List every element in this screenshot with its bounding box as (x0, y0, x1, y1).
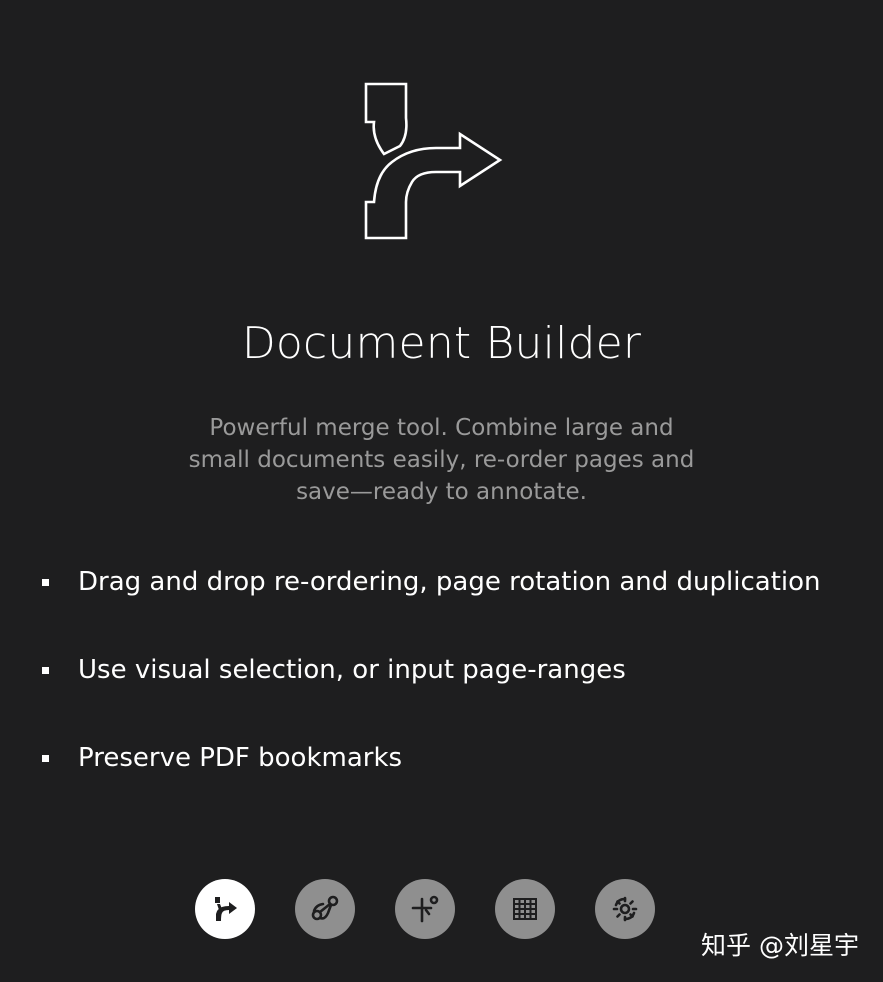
list-item: Preserve PDF bookmarks (0, 736, 883, 780)
pager-button-rotate[interactable] (595, 879, 655, 939)
watermark: 知乎 @刘星宇 (701, 931, 859, 960)
bullet-icon (42, 579, 49, 586)
pager-button-split[interactable] (295, 879, 355, 939)
bullet-icon (42, 667, 49, 674)
rotate-gear-icon (612, 896, 638, 922)
merge-arrow-icon (364, 82, 503, 240)
merge-arrow-icon (215, 897, 237, 921)
page-indicator (195, 879, 655, 939)
pager-button-merge[interactable] (195, 879, 255, 939)
scissors-icon (311, 895, 339, 921)
grid-icon (513, 898, 537, 920)
page-title: Document Builder (241, 318, 642, 369)
bullet-icon (42, 755, 49, 762)
feature-text: Preserve PDF bookmarks (78, 743, 403, 773)
pager-button-grid[interactable] (495, 879, 555, 939)
feature-list: Drag and drop re-ordering, page rotation… (0, 560, 883, 824)
feature-text: Use visual selection, or input page-rang… (78, 655, 626, 685)
feature-text: Drag and drop re-ordering, page rotation… (78, 567, 821, 597)
list-item: Use visual selection, or input page-rang… (0, 648, 883, 692)
feature-description: Powerful merge tool. Combine large and s… (188, 415, 695, 505)
pager-button-crop[interactable] (395, 879, 455, 939)
list-item: Drag and drop re-ordering, page rotation… (0, 560, 883, 604)
crop-icon (411, 895, 439, 923)
